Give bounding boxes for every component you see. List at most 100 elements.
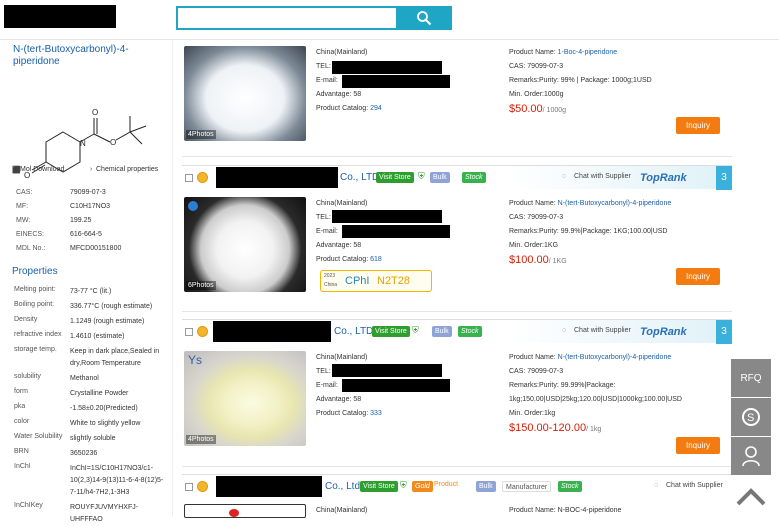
gold-coin-icon bbox=[197, 172, 208, 183]
chat-icon: ◌ bbox=[562, 173, 567, 180]
chat-with-supplier[interactable]: Chat with Supplier bbox=[666, 482, 723, 489]
product-photo[interactable]: Ys 4Photos bbox=[184, 351, 306, 446]
field-value: C10H17NO3 bbox=[70, 203, 111, 210]
property-value: Keep in dark place,Sealed in dry,Room Te… bbox=[70, 348, 160, 367]
cphi-badge: 2023 China CPhI N2T28 bbox=[320, 270, 432, 292]
supplier-bar: Co., LTD Visit Store ⛨ Bulk Stock ◌ Chat… bbox=[182, 165, 732, 190]
bulk-badge: Bulk bbox=[430, 172, 450, 183]
stock-badge: Stock bbox=[462, 172, 486, 183]
svg-text:O: O bbox=[92, 108, 98, 117]
price-unit: / 1KG bbox=[548, 258, 567, 265]
property-label: Melting point: bbox=[14, 286, 56, 293]
shield-icon: ⛨ bbox=[418, 171, 425, 181]
remarks: Remarks:Purity: 99.9%|Package: 1KG;100.0… bbox=[509, 228, 668, 235]
property-value: InChI=1S/C10H17NO3/c1-10(2,3)14-9(13)11-… bbox=[70, 465, 164, 496]
tel-redacted bbox=[332, 210, 442, 223]
company-suffix[interactable]: Co., LTD bbox=[340, 172, 379, 183]
product-name[interactable]: N-BOC-4-piperidone bbox=[558, 507, 622, 514]
chat-with-supplier[interactable]: Chat with Supplier bbox=[574, 173, 631, 180]
property-label: Boiling point: bbox=[14, 301, 55, 308]
price: $100.00 bbox=[509, 254, 549, 266]
catalog-link[interactable]: 333 bbox=[370, 410, 382, 417]
select-checkbox[interactable] bbox=[185, 483, 193, 491]
property-value: 3650236 bbox=[70, 450, 98, 457]
product-name-link[interactable]: N-(tert-Butoxycarbonyl)-4-piperidone bbox=[558, 354, 672, 361]
svg-text:N: N bbox=[80, 139, 86, 148]
price-unit: / 1000g bbox=[542, 107, 567, 114]
stock-badge: Stock bbox=[458, 326, 482, 337]
region: China(Mainland) bbox=[316, 49, 368, 56]
product-name-label: Product Name: bbox=[509, 200, 558, 207]
select-checkbox[interactable] bbox=[185, 328, 193, 336]
product-photo[interactable]: 6Photos bbox=[184, 197, 306, 292]
inquiry-button[interactable]: Inquiry bbox=[676, 437, 720, 454]
inquiry-button[interactable]: Inquiry bbox=[676, 117, 720, 134]
toprank-badge: TopRank bbox=[640, 326, 687, 338]
search-icon bbox=[417, 11, 432, 26]
field-value: MFCD00151800 bbox=[70, 245, 122, 252]
product-photo[interactable]: 4Photos bbox=[184, 46, 306, 141]
email-redacted bbox=[342, 75, 450, 88]
field-value: 199.25 bbox=[70, 217, 92, 224]
watermark-logo: Ys bbox=[188, 353, 203, 367]
product-name-label: Product Name: bbox=[509, 354, 558, 361]
account-button[interactable] bbox=[731, 437, 771, 475]
property-value: ROUYFJUVMYHXFJ-UHFFFAO bbox=[70, 504, 139, 523]
product-info-panel: N-(tert-Butoxycarbonyl)-4-piperidone N O… bbox=[8, 40, 173, 523]
company-suffix[interactable]: Co., LTD bbox=[334, 326, 373, 337]
back-to-top-button[interactable] bbox=[735, 482, 767, 508]
chat-icon: ◌ bbox=[654, 482, 659, 489]
product-name-label: Product Name: bbox=[509, 49, 558, 56]
rfq-button[interactable]: RFQ bbox=[731, 359, 771, 397]
search-button[interactable] bbox=[396, 6, 452, 30]
visit-store-badge[interactable]: Visit Store bbox=[360, 481, 398, 492]
select-checkbox[interactable] bbox=[185, 174, 193, 182]
chat-with-supplier[interactable]: Chat with Supplier bbox=[574, 327, 631, 334]
catalog-link[interactable]: 294 bbox=[370, 105, 382, 112]
product-title: N-(tert-Butoxycarbonyl)-4-piperidone bbox=[13, 44, 129, 67]
visit-store-badge[interactable]: Visit Store bbox=[376, 172, 414, 183]
svg-text:S: S bbox=[747, 412, 754, 424]
property-value: 73-77 °C (lit.) bbox=[70, 288, 112, 295]
shield-icon: ⛨ bbox=[412, 325, 419, 335]
property-label: pka bbox=[14, 403, 26, 410]
product-name-link[interactable]: 1-Boc-4-piperidone bbox=[558, 49, 618, 56]
price: $50.00 bbox=[509, 103, 543, 115]
mol-download-link[interactable]: Mol Download bbox=[20, 166, 64, 173]
skype-button[interactable]: S bbox=[731, 398, 771, 436]
cas: CAS: 79099-07-3 bbox=[509, 368, 564, 375]
email-redacted bbox=[342, 379, 450, 392]
photo-count: 4Photos bbox=[186, 435, 216, 444]
catalog-link[interactable]: 618 bbox=[370, 256, 382, 263]
supplier-bar: Co., Ltd Visit Store ⛨ Gold Product Bulk… bbox=[182, 474, 732, 498]
region: China(Mainland) bbox=[316, 354, 368, 361]
product-name-link[interactable]: N-(tert-Butoxycarbonyl)-4-piperidone bbox=[558, 200, 672, 207]
search-input[interactable] bbox=[176, 6, 398, 30]
tel-redacted bbox=[332, 364, 442, 377]
property-label: solubility bbox=[14, 373, 41, 380]
field-label: MW: bbox=[16, 217, 31, 224]
site-logo-redacted bbox=[4, 5, 116, 28]
property-label: Density bbox=[14, 316, 38, 323]
catalog-label: Product Catalog: bbox=[316, 410, 371, 417]
skype-icon: S bbox=[742, 408, 760, 426]
property-value: 1.1249 (rough estimate) bbox=[70, 318, 145, 325]
catalog: Product Catalog: 294 bbox=[316, 102, 382, 116]
toprank-badge: TopRank bbox=[640, 172, 687, 184]
chevron-up-icon bbox=[736, 488, 766, 506]
inquiry-button[interactable]: Inquiry bbox=[676, 268, 720, 285]
visit-store-badge[interactable]: Visit Store bbox=[372, 326, 410, 337]
divider bbox=[182, 466, 732, 467]
cphi-year: 2023 bbox=[324, 273, 336, 279]
remarks: Remarks:Purity: 99% | Package: 1000g;1US… bbox=[509, 77, 652, 84]
advantage: Advantage: 58 bbox=[316, 91, 362, 98]
property-label: form bbox=[14, 388, 28, 395]
chemical-properties-link[interactable]: Chemical properties bbox=[96, 166, 158, 173]
company-name-redacted bbox=[216, 167, 338, 188]
property-value: 336.77°C (rough estimate) bbox=[70, 303, 153, 310]
bulk-badge: Bulk bbox=[476, 481, 496, 492]
company-suffix[interactable]: Co., Ltd bbox=[325, 481, 360, 492]
property-label: color bbox=[14, 418, 30, 425]
field-label: EINECS: bbox=[16, 231, 45, 238]
gold-coin-icon bbox=[197, 481, 208, 492]
